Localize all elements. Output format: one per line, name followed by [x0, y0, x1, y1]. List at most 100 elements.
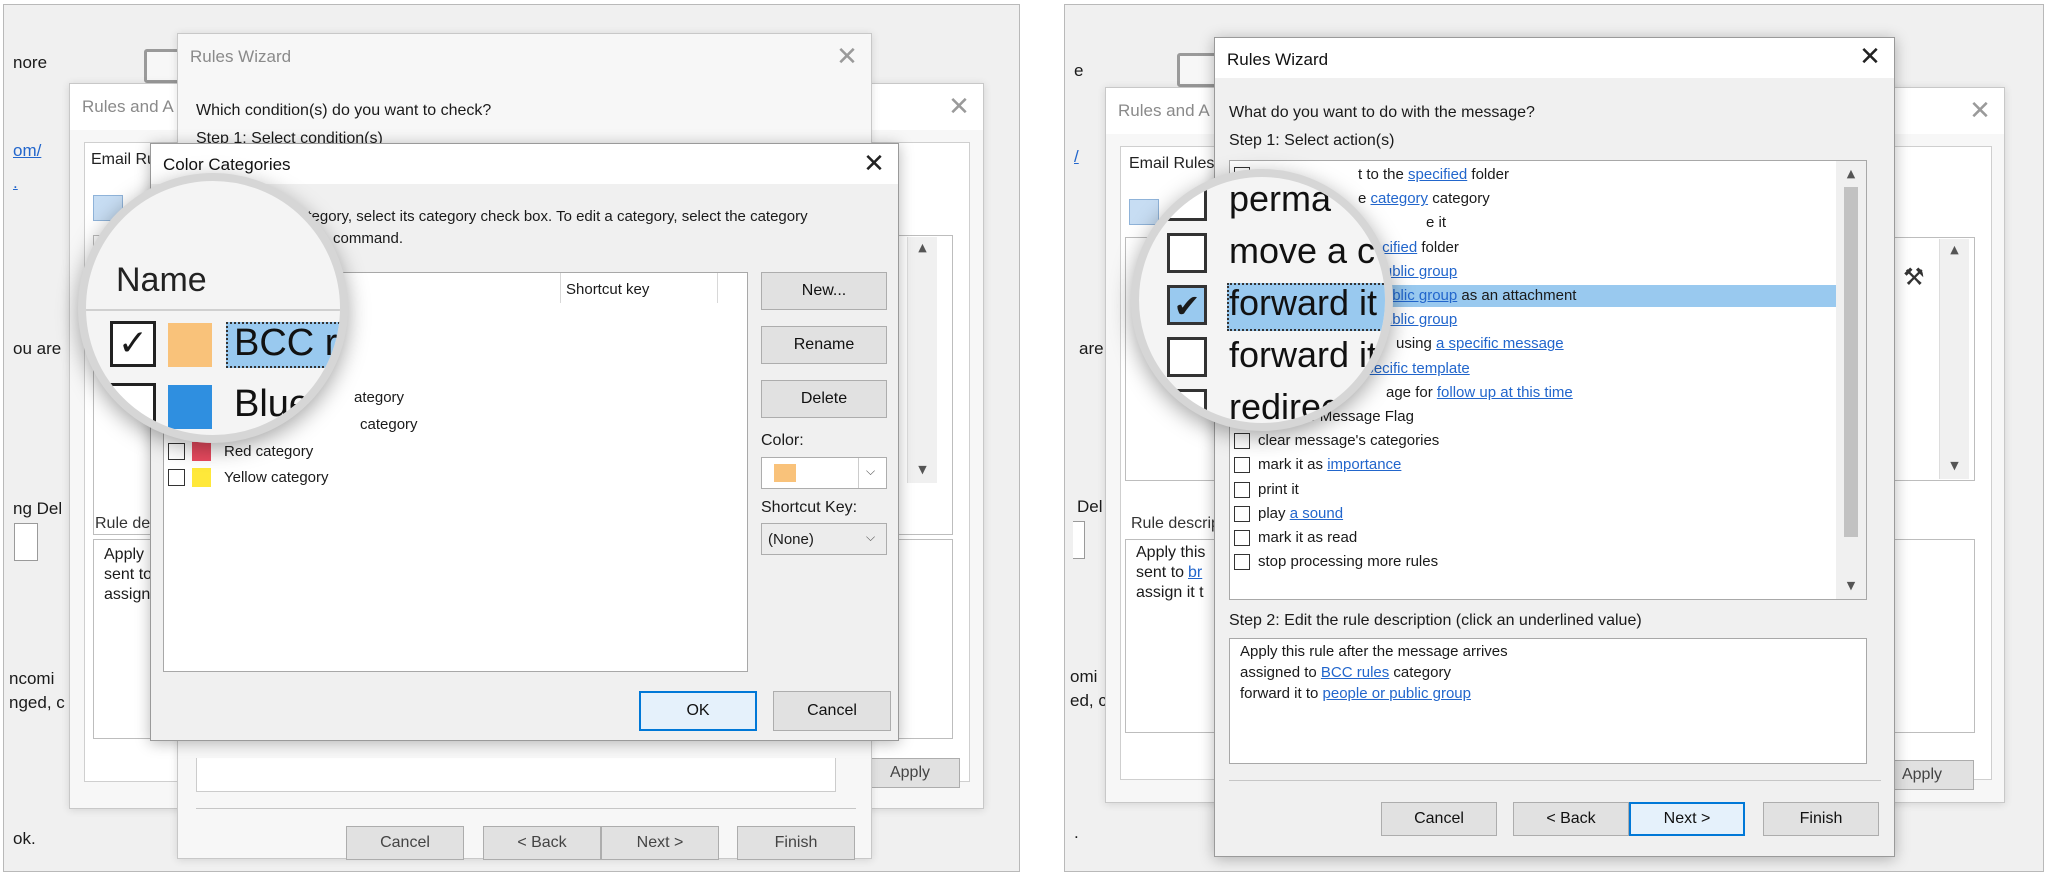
action-row[interactable]: mark it as importance [1230, 455, 1830, 477]
action-row[interactable]: play a sound [1230, 504, 1830, 526]
tab-email-rules[interactable]: Email Ru [91, 151, 156, 169]
action-text: e it [1426, 214, 1446, 231]
bg-text-are: are [1079, 339, 1104, 358]
zoom-checkbox[interactable] [110, 383, 156, 429]
scroll-down-icon[interactable]: ▼ [1940, 459, 1969, 472]
action-text-plain: mark it as read [1258, 529, 1358, 546]
cancel-button[interactable]: Cancel [1381, 802, 1497, 836]
action-text: age for follow up at this time [1386, 384, 1573, 401]
description-line: Apply this rule after the message arrive… [1240, 643, 1508, 660]
cancel-button[interactable]: Cancel [346, 826, 464, 860]
scroll-down-icon[interactable]: ▼ [1836, 579, 1866, 592]
new-button[interactable]: New... [761, 272, 887, 310]
back-button[interactable]: < Back [483, 826, 601, 860]
category-name: Red category [224, 443, 314, 460]
action-checkbox[interactable] [1234, 457, 1250, 474]
action-link[interactable]: a sound [1290, 505, 1343, 522]
bg-input-box[interactable] [14, 523, 38, 561]
scroll-down-icon[interactable]: ▼ [908, 463, 937, 476]
finish-button[interactable]: Finish [737, 826, 855, 860]
description-text: assigned to [1240, 664, 1321, 681]
col-shortcut-key[interactable]: Shortcut key [566, 281, 649, 298]
actions-scrollbar[interactable]: ▲ ▼ [1836, 161, 1866, 599]
action-link[interactable]: importance [1327, 456, 1401, 473]
rule-desc-line: Apply [104, 546, 145, 563]
zoom-checkbox[interactable] [1167, 181, 1207, 221]
action-row[interactable]: stop processing more rules [1230, 552, 1830, 574]
action-checkbox[interactable] [1234, 505, 1250, 522]
chevron-down-icon[interactable]: ⌵ [866, 530, 875, 545]
scroll-up-icon[interactable]: ▲ [1940, 243, 1969, 256]
ok-button[interactable]: OK [639, 691, 757, 731]
cancel-button[interactable]: Cancel [773, 691, 891, 731]
close-icon[interactable]: ✕ [943, 92, 975, 122]
action-text-plain: using [1396, 335, 1437, 353]
action-text-plain: play [1258, 504, 1290, 522]
scroll-thumb[interactable] [1844, 187, 1858, 537]
bg-link-slash[interactable]: / [1074, 147, 1079, 167]
bg-text-changed: ed, c [1070, 691, 1107, 710]
new-rule-icon[interactable] [1129, 199, 1159, 225]
rules-alerts-title: Rules and A [82, 97, 174, 116]
back-button[interactable]: < Back [1513, 802, 1629, 836]
instructions-line-2: command. [333, 230, 404, 247]
zoom-checkbox-checked[interactable]: ✔ [1167, 285, 1207, 325]
action-row[interactable]: mark it as read [1230, 528, 1830, 550]
action-checkbox[interactable] [1234, 481, 1250, 498]
apply-button[interactable]: Apply [860, 758, 960, 788]
action-link[interactable]: a specific message [1436, 335, 1564, 352]
bg-text-ok: ok. [13, 829, 36, 848]
action-link[interactable]: category [1371, 190, 1429, 207]
tab-email-rules[interactable]: Email Rules [1129, 155, 1214, 173]
next-button[interactable]: Next > [1629, 802, 1745, 836]
bg-link-dot[interactable]: . [13, 173, 18, 193]
action-text-plain: e it [1426, 214, 1447, 232]
action-link[interactable]: specified [1408, 166, 1467, 183]
action-checkbox[interactable] [1234, 433, 1250, 450]
scroll-up-icon[interactable]: ▲ [1836, 167, 1866, 180]
left-screenshot: nore om/ . ou are ng Del ncomi nged, c o… [3, 4, 1020, 872]
delete-button[interactable]: Delete [761, 380, 887, 418]
description-link[interactable]: BCC rules [1321, 664, 1389, 681]
category-checkbox[interactable] [168, 443, 185, 460]
close-icon[interactable]: ✕ [1854, 42, 1886, 72]
zoom-checkbox[interactable] [1167, 337, 1207, 377]
next-button[interactable]: Next > [601, 826, 719, 860]
rename-button[interactable]: Rename [761, 326, 887, 364]
action-row[interactable]: clear message's categories [1230, 431, 1830, 453]
color-picker-dropdown[interactable]: ⌵ [761, 457, 887, 489]
rules-scrollbar[interactable]: ▲ ▼ [907, 237, 937, 483]
rule-desc-line: sent to [104, 566, 153, 583]
zoom-action-name: forward it [1229, 334, 1378, 375]
rule-desc-link[interactable]: br [1188, 564, 1202, 582]
bg-input-box[interactable] [1073, 521, 1085, 559]
rule-desc-line: assign [104, 586, 151, 603]
close-icon[interactable]: ✕ [831, 42, 863, 72]
shortcut-key-dropdown[interactable]: (None) ⌵ [761, 523, 887, 555]
finish-button[interactable]: Finish [1763, 802, 1879, 836]
rules-options-icon[interactable]: ⚒ [1903, 263, 1925, 291]
scroll-up-icon[interactable]: ▲ [908, 241, 937, 254]
rules-scrollbar[interactable]: ▲ ▼ [1939, 239, 1969, 479]
zoom-color-swatch [168, 323, 212, 367]
category-checkbox[interactable] [168, 469, 185, 486]
action-row[interactable]: print it [1230, 480, 1830, 502]
bg-link-text[interactable]: om/ [13, 141, 41, 161]
category-color-swatch [192, 442, 211, 461]
action-text-plain: age for [1386, 383, 1437, 401]
action-text: t to the specified folder [1358, 166, 1509, 183]
action-link[interactable]: follow up at this time [1437, 384, 1573, 401]
zoom-checkbox[interactable] [1167, 233, 1207, 273]
category-color-swatch [192, 468, 211, 487]
rule-desc-line: sent to [1136, 564, 1185, 581]
chevron-down-icon[interactable]: ⌵ [866, 464, 875, 479]
action-checkbox[interactable] [1234, 530, 1250, 546]
action-checkbox[interactable] [1234, 554, 1250, 571]
bg-text-del: ng Del [13, 499, 63, 518]
close-icon[interactable]: ✕ [858, 149, 890, 179]
zoom-checkbox-checked[interactable]: ✓ [110, 321, 156, 367]
description-text: forward it to [1240, 685, 1323, 702]
shortcut-key-label: Shortcut Key: [761, 499, 858, 516]
close-icon[interactable]: ✕ [1964, 96, 1996, 126]
description-link[interactable]: people or public group [1323, 685, 1471, 702]
